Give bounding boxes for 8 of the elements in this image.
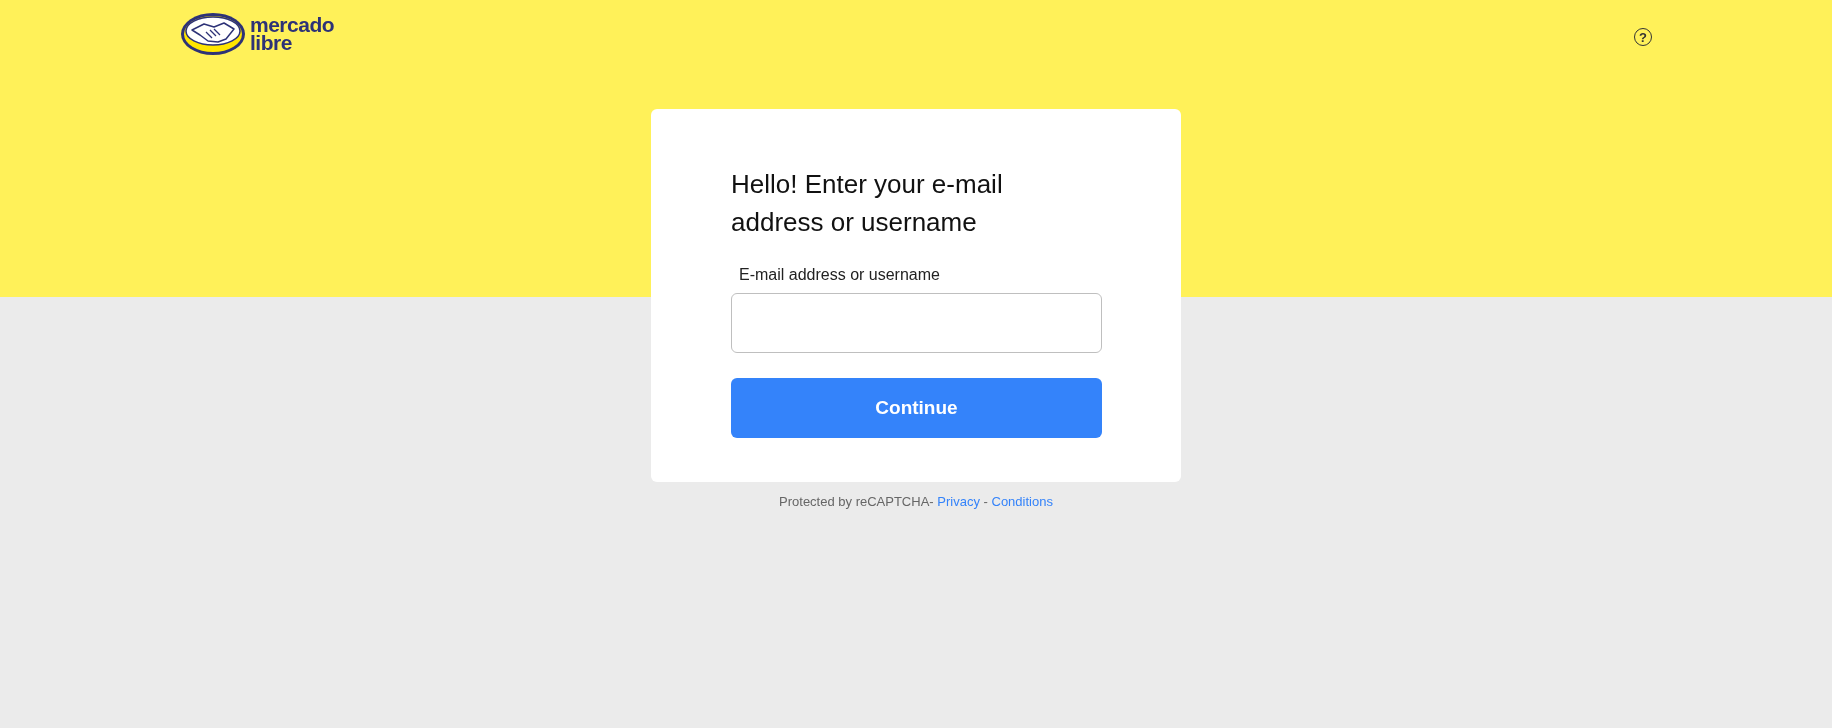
- continue-button[interactable]: Continue: [731, 378, 1102, 438]
- recaptcha-notice: Protected by reCAPTCHA- Privacy - Conditions: [778, 494, 1054, 509]
- login-heading: Hello! Enter your e-mail address or username: [731, 168, 1004, 239]
- field-label: E-mail address or username: [739, 265, 941, 285]
- logo-wordmark[interactable]: mercado: [250, 16, 335, 34]
- logo-wordmark[interactable]: libre: [250, 34, 335, 52]
- handshake-logo-icon[interactable]: [180, 12, 246, 56]
- email-input-field[interactable]: [731, 293, 1102, 353]
